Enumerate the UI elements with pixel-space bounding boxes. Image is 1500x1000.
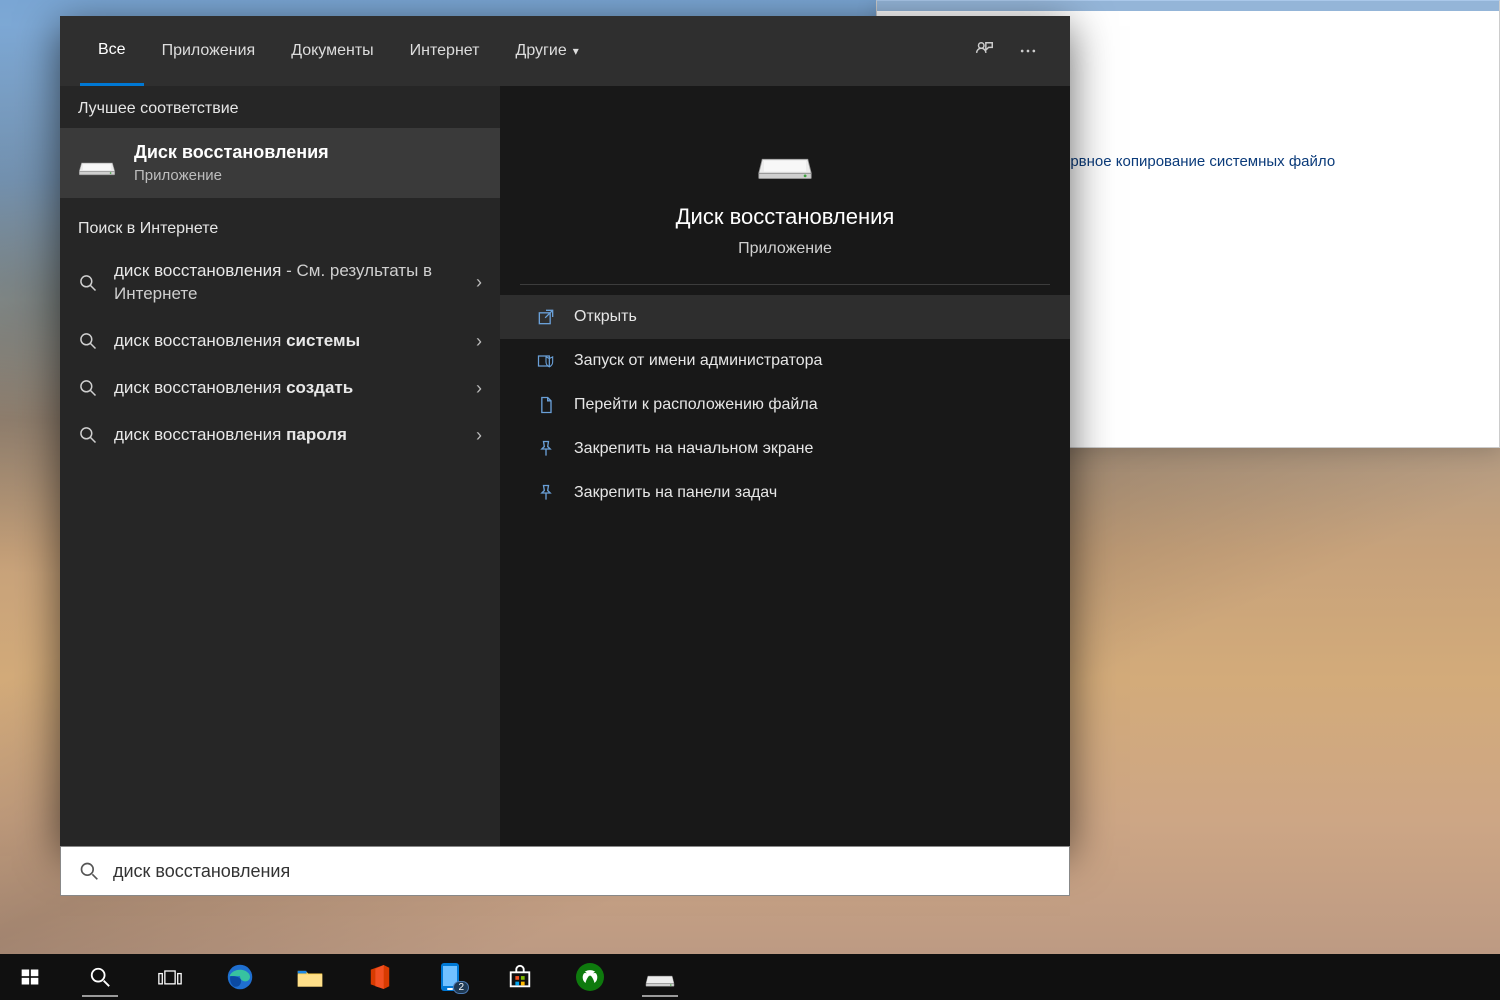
taskbar-badge: 2 [453, 981, 469, 994]
search-input-container[interactable] [60, 846, 1070, 896]
store-icon [507, 964, 533, 990]
action-pin-start[interactable]: Закрепить на начальном экране [500, 427, 1070, 471]
task-view-button[interactable] [148, 955, 192, 999]
search-icon [78, 273, 98, 293]
taskbar-xbox[interactable] [568, 955, 612, 999]
right-preview-header: Диск восстановления Приложение [520, 86, 1050, 285]
search-icon [78, 378, 98, 398]
tab-apps-label: Приложения [162, 42, 256, 60]
tab-web[interactable]: Интернет [392, 16, 498, 86]
search-icon [89, 966, 111, 988]
search-icon [78, 425, 98, 445]
xbox-icon [576, 963, 604, 991]
task-view-icon [158, 967, 182, 987]
person-feedback-icon [973, 40, 995, 62]
shield-icon [536, 351, 556, 371]
drive-icon [645, 966, 675, 988]
taskbar-explorer[interactable] [288, 955, 332, 999]
web-result-text: диск восстановления системы [114, 330, 460, 353]
edge-icon [226, 963, 254, 991]
drive-icon [78, 150, 116, 176]
tab-apps[interactable]: Приложения [144, 16, 274, 86]
chevron-right-icon: › [476, 425, 482, 446]
chevron-right-icon: › [476, 272, 482, 293]
action-pin-start-label: Закрепить на начальном экране [574, 440, 813, 458]
web-result-text: диск восстановления пароля [114, 424, 460, 447]
search-icon [79, 861, 99, 881]
office-icon [368, 963, 392, 991]
taskbar: 2 [0, 954, 1500, 1000]
folder-icon [296, 965, 324, 989]
web-result-2[interactable]: диск восстановления создать › [60, 365, 500, 412]
search-input[interactable] [113, 861, 1051, 882]
action-open-location[interactable]: Перейти к расположению файла [500, 383, 1070, 427]
tab-all-label: Все [98, 41, 126, 59]
action-run-admin[interactable]: Запуск от имени администратора [500, 339, 1070, 383]
search-tabs: Все Приложения Документы Интернет Другие… [60, 16, 1070, 86]
best-match-sub: Приложение [134, 167, 329, 184]
web-result-text: диск восстановления создать [114, 377, 460, 400]
preview-sub: Приложение [738, 240, 832, 258]
file-icon [536, 395, 556, 415]
web-result-1[interactable]: диск восстановления системы › [60, 318, 500, 365]
taskbar-recovery-drive[interactable] [638, 955, 682, 999]
tab-web-label: Интернет [410, 42, 480, 60]
feedback-button[interactable] [962, 29, 1006, 73]
chevron-right-icon: › [476, 331, 482, 352]
web-result-0[interactable]: диск восстановления - См. результаты в И… [60, 248, 500, 318]
taskbar-your-phone[interactable]: 2 [428, 955, 472, 999]
action-open[interactable]: Открыть [500, 295, 1070, 339]
chevron-down-icon: ▾ [573, 44, 579, 58]
pin-icon [536, 439, 556, 459]
more-options-button[interactable] [1006, 29, 1050, 73]
taskbar-office[interactable] [358, 955, 402, 999]
best-match-title: Диск восстановления [134, 142, 329, 163]
action-pin-taskbar-label: Закрепить на панели задач [574, 484, 777, 502]
background-window-titlebar [877, 1, 1499, 11]
windows-logo-icon [20, 967, 40, 987]
taskbar-search-button[interactable] [78, 955, 122, 999]
tab-more-label: Другие [515, 42, 566, 60]
taskbar-edge[interactable] [218, 955, 262, 999]
search-flyout: Все Приложения Документы Интернет Другие… [60, 16, 1070, 846]
best-match-item[interactable]: Диск восстановления Приложение [60, 128, 500, 198]
drive-icon [757, 140, 813, 182]
tab-all[interactable]: Все [80, 16, 144, 86]
action-run-admin-label: Запуск от имени администратора [574, 352, 822, 370]
preview-actions: Открыть Запуск от имени администратора П… [500, 285, 1070, 525]
chevron-right-icon: › [476, 378, 482, 399]
web-results-header: Поиск в Интернете [60, 206, 500, 248]
background-window-text: ервное копирование системных файло [1062, 153, 1335, 170]
tab-docs[interactable]: Документы [273, 16, 391, 86]
web-result-3[interactable]: диск восстановления пароля › [60, 412, 500, 459]
pin-icon [536, 483, 556, 503]
start-button[interactable] [8, 955, 52, 999]
tab-docs-label: Документы [291, 42, 373, 60]
best-match-header: Лучшее соответствие [60, 86, 500, 128]
taskbar-store[interactable] [498, 955, 542, 999]
web-result-text: диск восстановления - См. результаты в И… [114, 260, 460, 306]
search-left-pane: Лучшее соответствие Диск восстановления … [60, 86, 500, 846]
preview-title: Диск восстановления [676, 204, 895, 230]
action-pin-taskbar[interactable]: Закрепить на панели задач [500, 471, 1070, 515]
search-icon [78, 331, 98, 351]
action-open-location-label: Перейти к расположению файла [574, 396, 818, 414]
action-open-label: Открыть [574, 308, 637, 326]
search-right-pane: Диск восстановления Приложение Открыть З… [500, 86, 1070, 846]
ellipsis-icon [1018, 41, 1038, 61]
tab-more[interactable]: Другие ▾ [497, 16, 596, 86]
open-icon [536, 307, 556, 327]
